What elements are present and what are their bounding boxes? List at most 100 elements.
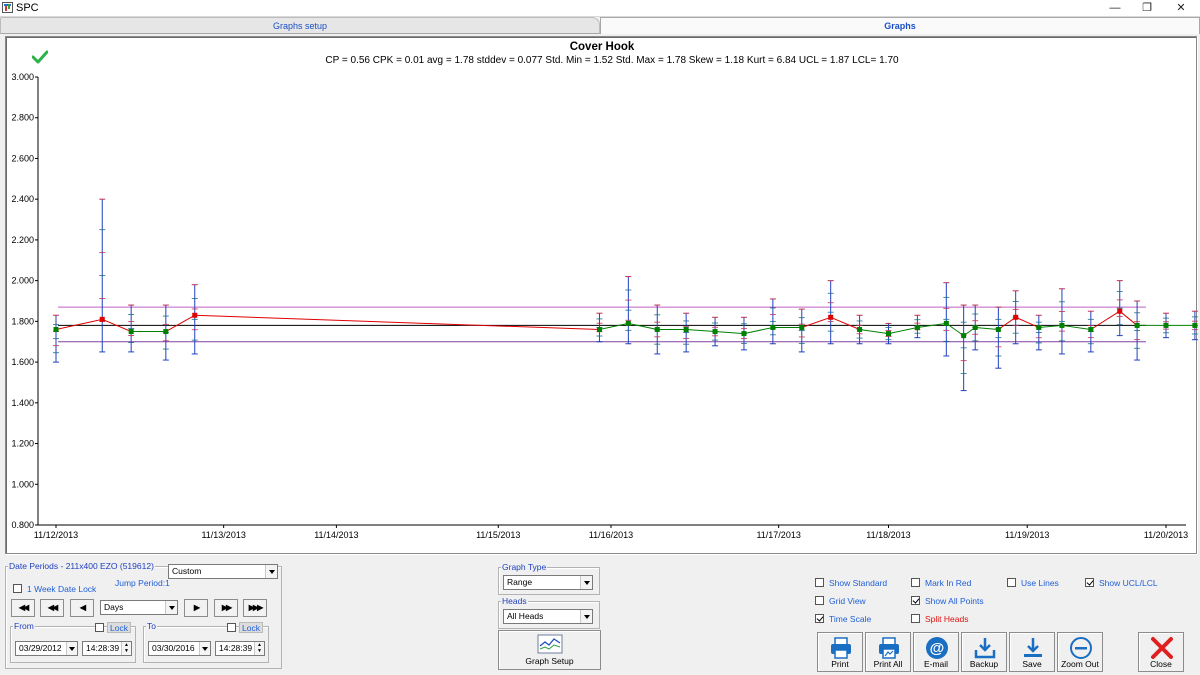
series-segment [975, 326, 999, 331]
nav-next-big-button[interactable]: ▶▶ [214, 599, 238, 617]
series-segment [165, 314, 195, 332]
show-standard-checkbox[interactable] [815, 578, 824, 587]
save-button[interactable]: Save [1009, 632, 1055, 672]
nav-next-button[interactable]: ▶ [184, 599, 208, 617]
data-point [1163, 322, 1169, 328]
app-icon [2, 2, 13, 13]
from-time-field[interactable]: 14:28:39 ▲ ▼ [82, 641, 132, 656]
tab-graphs-setup[interactable]: Graphs setup [0, 17, 600, 34]
mark-in-red-checkbox[interactable] [911, 578, 920, 587]
unit-select[interactable]: Days [100, 600, 178, 615]
split-heads-label: Split Heads [925, 614, 969, 624]
to-lock-checkbox[interactable] [227, 623, 236, 632]
window-close-button[interactable]: ✕ [1164, 0, 1198, 17]
graph-type-select[interactable]: Range [503, 575, 593, 590]
from-date-field[interactable]: 03/29/2012 [15, 641, 78, 656]
series-segment [55, 318, 103, 330]
y-tick-label: 2.200 [11, 235, 34, 245]
minimize-button[interactable]: — [1098, 0, 1132, 17]
mark-in-red-label: Mark In Red [925, 578, 972, 588]
graph-type-label: Graph Type [501, 562, 548, 572]
chevron-down-icon [199, 642, 210, 655]
unit-select-value: Days [104, 602, 124, 612]
right-icon: ▶ [193, 603, 200, 612]
show-all-points-label: Show All Points [925, 596, 984, 606]
print-all-button[interactable]: Print All [865, 632, 911, 672]
y-tick-label: 1.000 [11, 479, 34, 489]
use-lines-checkbox[interactable] [1007, 578, 1016, 587]
data-point [1059, 322, 1065, 328]
show-ucl-lcl-checkbox[interactable] [1085, 578, 1094, 587]
x-tick-label: 11/17/2013 [756, 530, 800, 540]
time-scale-checkbox[interactable] [815, 614, 824, 623]
series-segment [801, 316, 831, 328]
double-right-icon: ▶▶ [221, 603, 232, 612]
y-tick-label: 1.200 [11, 439, 34, 449]
data-point [961, 333, 967, 339]
week-lock-checkbox[interactable] [13, 584, 22, 593]
to-time-field[interactable]: 14:28:39 ▲ ▼ [215, 641, 265, 656]
double-left-icon: ◀◀ [47, 603, 58, 612]
data-point [654, 327, 660, 333]
time-scale-label: Time Scale [829, 614, 872, 624]
spc-chart[interactable]: 0.800 1.000 1.200 1.400 1.600 1.800 2.000 2.200… [6, 37, 1198, 555]
show-all-points-checkbox[interactable] [911, 596, 920, 605]
heads-label: Heads [501, 596, 528, 606]
data-point [1036, 324, 1042, 330]
series-segment [888, 326, 918, 335]
y-tick-label: 2.000 [11, 276, 34, 286]
to-label: To [146, 621, 157, 631]
to-date-field[interactable]: 03/30/2016 [148, 641, 211, 656]
double-left-icon: ◀◀ [18, 603, 29, 612]
series-segment [715, 331, 745, 335]
y-tick-label: 2.400 [11, 194, 34, 204]
close-icon [1151, 637, 1173, 659]
chevron-down-icon [165, 601, 177, 614]
nav-first-button[interactable]: ◀◀ [11, 599, 35, 617]
split-heads-checkbox[interactable] [911, 614, 920, 623]
series-segment [1061, 324, 1091, 331]
nav-last-button[interactable]: ▶▶▶ [243, 599, 267, 617]
grid-view-checkbox[interactable] [815, 596, 824, 605]
from-lock-label: Lock [107, 622, 131, 633]
from-lock-checkbox[interactable] [95, 623, 104, 632]
data-point [712, 329, 718, 335]
data-point [683, 327, 689, 333]
zoom-out-icon [1070, 637, 1092, 659]
data-point [53, 327, 59, 333]
y-tick-label: 1.400 [11, 398, 34, 408]
close-button[interactable]: Close [1138, 632, 1184, 672]
data-point [886, 331, 891, 337]
heads-select[interactable]: All Heads [503, 609, 593, 624]
x-tick-label: 11/15/2013 [476, 530, 520, 540]
print-button[interactable]: Print [817, 632, 863, 672]
data-point [857, 327, 863, 333]
series-segment [743, 326, 773, 335]
x-tick-label: 11/16/2013 [589, 530, 633, 540]
zoom-out-button[interactable]: Zoom Out [1057, 632, 1103, 672]
spinner-icon[interactable]: ▲ ▼ [121, 642, 131, 655]
title-bar: SPC — ❐ ✕ [0, 0, 1200, 17]
spinner-icon[interactable]: ▲ ▼ [254, 642, 264, 655]
period-select[interactable]: Custom [168, 564, 278, 579]
x-tick-label: 11/14/2013 [314, 530, 358, 540]
restore-button[interactable]: ❐ [1130, 0, 1164, 17]
to-time-value: 14:28:39 [219, 643, 253, 653]
series-segment [1015, 316, 1040, 328]
show-standard-label: Show Standard [829, 578, 888, 588]
data-point [625, 320, 631, 326]
graph-setup-button[interactable]: Graph Setup [498, 630, 601, 670]
chevron-down-icon [66, 642, 77, 655]
data-point [192, 312, 198, 318]
series-segment [628, 322, 658, 330]
backup-button[interactable]: Backup [961, 632, 1007, 672]
tab-graphs[interactable]: Graphs [600, 17, 1200, 34]
printer-all-icon [879, 637, 899, 659]
data-point [1192, 322, 1198, 328]
nav-prev-big-button[interactable]: ◀◀ [40, 599, 64, 617]
nav-prev-button[interactable]: ◀ [70, 599, 94, 617]
data-point [163, 329, 169, 335]
graph-setup-label: Graph Setup [525, 656, 574, 666]
email-button[interactable]: @ E-mail [913, 632, 959, 672]
series-segment [1090, 310, 1121, 330]
